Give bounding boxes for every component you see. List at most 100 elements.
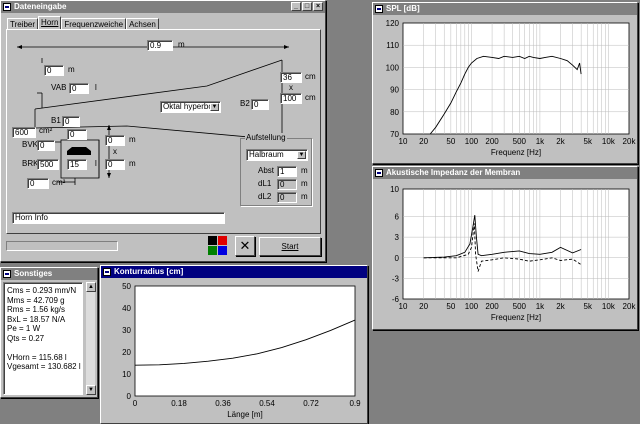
dateneingabe-window: Dateneingabe _ □ × Treiber Horn Frequenz…: [0, 0, 326, 262]
x-tick-label: 0: [133, 399, 138, 408]
contour-window: Konturradius [cm] 0 10 20 30 40 50 0 0.18 0.36 0.…: [100, 265, 368, 424]
times-label-2: x: [113, 147, 117, 156]
chevron-down-icon[interactable]: ▼: [297, 151, 306, 159]
x-axis-label: Frequenz [Hz]: [491, 313, 541, 322]
y-tick-label: 6: [395, 213, 400, 222]
spl-titlebar[interactable]: SPL [dB]: [373, 3, 637, 15]
aufstellung-title: Aufstellung: [245, 133, 287, 142]
x-tick-label: 2k: [556, 302, 565, 311]
color-picker-icon[interactable]: [208, 236, 228, 256]
rear-chamber-field[interactable]: 15: [67, 159, 87, 170]
contour-title: Konturradius [cm]: [114, 267, 184, 276]
start-button[interactable]: Start: [259, 237, 321, 256]
vab-field[interactable]: 0: [69, 83, 89, 94]
x-tick-label: 0.72: [303, 399, 319, 408]
scroll-up-icon[interactable]: ▲: [86, 282, 96, 292]
progress-bar: [6, 241, 118, 251]
app-icon: [3, 270, 11, 278]
y-tick-label: 100: [386, 63, 400, 72]
dateneingabe-titlebar[interactable]: Dateneingabe _ □ ×: [1, 1, 325, 13]
x-tick-label: 0.36: [215, 399, 231, 408]
y-tick-label: 30: [122, 326, 131, 335]
brk-field[interactable]: 500: [37, 159, 59, 170]
x-tick-label: 500: [513, 302, 527, 311]
bvk-field[interactable]: 0: [37, 140, 55, 151]
impedance-title: Akustische Impedanz der Membran: [386, 168, 521, 177]
maximize-button[interactable]: □: [302, 2, 312, 11]
contour-chart: 0 10 20 30 40 50 0 0.18 0.36 0.54 0.72 0.9 Länge [m]: [122, 282, 361, 419]
horn-info-field[interactable]: Horn Info: [12, 212, 225, 224]
y-tick-label: 10: [390, 185, 399, 194]
contour-titlebar[interactable]: Konturradius [cm]: [101, 266, 367, 278]
vab-label: VAB: [51, 83, 67, 92]
mouth-width-field[interactable]: 36: [280, 72, 302, 83]
x-tick-label: 20k: [623, 302, 637, 311]
b1-field[interactable]: 0: [62, 116, 80, 127]
dl1-unit: m: [301, 179, 308, 188]
times-label: x: [289, 83, 293, 92]
placement-select[interactable]: Halbraum ▼: [246, 149, 308, 161]
chevron-down-icon[interactable]: ▼: [210, 103, 219, 111]
x-tick-label: 0.18: [171, 399, 187, 408]
bvk-label: BVK: [22, 140, 39, 149]
right-bottom-field[interactable]: 0: [105, 159, 125, 170]
close-button[interactable]: ×: [313, 2, 323, 11]
x-tick-label: 5k: [584, 302, 593, 311]
aufstellung-group: Aufstellung Halbraum ▼ Abst 1 m dL1 0 m …: [240, 133, 312, 206]
minimize-button[interactable]: _: [291, 2, 301, 11]
y-tick-label: 40: [122, 304, 131, 313]
sonstiges-line: Cms = 0.293 mm/N: [7, 286, 77, 295]
abst-field[interactable]: 1: [277, 166, 297, 177]
sonstiges-line: Rms = 1.56 kg/s: [7, 305, 66, 314]
x-tick-label: 100: [465, 302, 479, 311]
x-tick-label: 10k: [602, 137, 616, 146]
clear-button[interactable]: ✕: [235, 236, 255, 256]
dl2-unit: m: [301, 192, 308, 201]
rear-chamber-unit: l: [95, 159, 97, 168]
y-tick-label: 50: [122, 282, 131, 291]
spl-chart: 70809010011012010 20 50 100 200 500 1k 2k 5k 10k 2…: [386, 19, 637, 157]
spl-window: SPL [dB] 70 80 90 100 110 120 10 20 50 100 200 500 1…: [372, 2, 638, 164]
x-tick-label: 5k: [584, 137, 593, 146]
x-tick-label: 20: [419, 137, 428, 146]
y-tick-label: 3: [395, 233, 400, 242]
port-area-field[interactable]: 0: [27, 178, 49, 189]
dl1-field: 0: [277, 179, 297, 190]
sonstiges-titlebar[interactable]: Sonstiges: [1, 268, 97, 280]
driver-chamber-top-field[interactable]: 0: [67, 129, 87, 140]
sonstiges-line: Qts = 0.27: [7, 333, 45, 343]
window-title: Dateneingabe: [14, 2, 67, 11]
scroll-down-icon[interactable]: ▼: [86, 385, 96, 395]
impedance-window: Akustische Impedanz der Membran -6 -3 0 3 6 1…: [372, 166, 638, 330]
x-tick-label: 50: [446, 137, 455, 146]
sonstiges-line: VHorn = 115.68 l: [7, 352, 67, 362]
vertical-scrollbar[interactable]: ▲ ▼: [85, 282, 96, 395]
x-tick-label: 1k: [536, 137, 545, 146]
mouth-width-unit: cm: [305, 72, 316, 81]
x-tick-label: 200: [485, 137, 499, 146]
sonstiges-line: Vgesamt = 130.682 l: [7, 362, 81, 371]
app-icon: [3, 3, 11, 11]
y-tick-label: 20: [122, 348, 131, 357]
sonstiges-text-area[interactable]: Cms = 0.293 mm/N Mms = 42.709 g Rms = 1.…: [3, 282, 83, 395]
x-tick-label: 100: [465, 137, 479, 146]
b2-field[interactable]: 0: [251, 99, 269, 110]
x-tick-label: 10: [399, 137, 408, 146]
tab-horn[interactable]: Horn: [38, 16, 62, 30]
offset-unit: m: [68, 65, 75, 74]
app-icon: [375, 5, 383, 13]
offset-field[interactable]: 0: [44, 65, 64, 76]
impedance-titlebar[interactable]: Akustische Impedanz der Membran: [373, 167, 637, 179]
y-tick-label: 0: [127, 392, 132, 401]
horn-type-select[interactable]: Oktal hyperbol. ▼: [160, 101, 221, 113]
right-top-field[interactable]: 0: [105, 135, 125, 146]
horn-tab-panel: 0.9 m 0 m VAB 0 l 36 cm x 100 cm Oktal h…: [6, 29, 321, 234]
y-tick-label: 110: [386, 41, 399, 50]
x-tick-label: 20: [419, 302, 428, 311]
mouth-height-field[interactable]: 100: [280, 93, 302, 104]
x-tick-label: 10: [399, 302, 408, 311]
y-tick-label: -3: [392, 274, 400, 283]
throat-area-field[interactable]: 600: [12, 127, 36, 138]
sonstiges-line: Mms = 42.709 g: [7, 295, 65, 305]
horn-length-field[interactable]: 0.9: [147, 40, 173, 51]
